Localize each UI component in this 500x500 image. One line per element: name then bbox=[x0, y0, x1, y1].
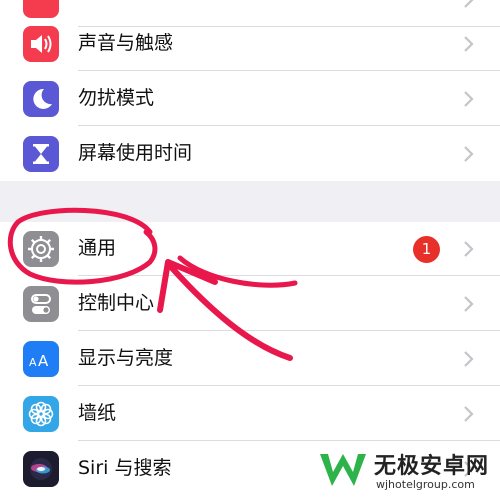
settings-row-label: 勿扰模式 bbox=[78, 87, 155, 109]
separator bbox=[78, 125, 500, 126]
chevron-right-icon bbox=[464, 91, 474, 107]
settings-row-screen-time[interactable]: 屏幕使用时间 bbox=[0, 127, 500, 181]
chevron-right-icon bbox=[464, 296, 474, 312]
svg-text:A: A bbox=[29, 356, 37, 369]
separator bbox=[78, 385, 500, 386]
settings-row-label: 通用 bbox=[78, 237, 117, 259]
svg-text:A: A bbox=[38, 352, 49, 370]
settings-row-wallpaper[interactable]: 墙纸 bbox=[0, 387, 500, 441]
settings-row-label: 墙纸 bbox=[78, 402, 117, 424]
siri-icon bbox=[23, 451, 59, 487]
toggle-switches-icon bbox=[23, 286, 59, 322]
separator bbox=[78, 70, 500, 71]
text-size-icon: A A bbox=[23, 341, 59, 377]
chevron-right-icon bbox=[464, 36, 474, 52]
moon-icon bbox=[23, 81, 59, 117]
settings-row-label: 控制中心 bbox=[78, 292, 155, 314]
settings-row-sounds[interactable]: 声音与触感 bbox=[0, 17, 500, 71]
settings-row-label: Siri 与搜索 bbox=[78, 457, 172, 479]
flower-icon bbox=[23, 396, 59, 432]
chevron-right-icon bbox=[464, 406, 474, 422]
settings-row-display-brightness[interactable]: A A 显示与亮度 bbox=[0, 332, 500, 386]
settings-row-label: 显示与亮度 bbox=[78, 347, 174, 369]
settings-row-control-center[interactable]: 控制中心 bbox=[0, 277, 500, 331]
separator bbox=[78, 440, 500, 441]
chevron-right-icon bbox=[464, 241, 474, 257]
settings-row-label: 声音与触感 bbox=[78, 32, 174, 54]
notification-badge: 1 bbox=[413, 236, 440, 263]
chevron-right-icon bbox=[464, 351, 474, 367]
chevron-right-icon bbox=[464, 0, 474, 8]
settings-group-1: 声音与触感 勿扰模式 屏幕使用时间 bbox=[0, 0, 500, 181]
watermark: 无极安卓网 wjhotelgroup.com bbox=[318, 444, 500, 500]
red-app-icon bbox=[23, 0, 59, 18]
watermark-url: wjhotelgroup.com bbox=[376, 478, 475, 491]
watermark-title: 无极安卓网 bbox=[374, 454, 490, 479]
hourglass-icon bbox=[23, 136, 59, 172]
separator bbox=[78, 330, 500, 331]
chevron-right-icon bbox=[464, 146, 474, 162]
settings-row-label: 屏幕使用时间 bbox=[78, 142, 193, 164]
gear-icon bbox=[23, 231, 59, 267]
settings-row-general[interactable]: 通用 1 bbox=[0, 222, 500, 276]
separator bbox=[78, 275, 500, 276]
watermark-logo-icon bbox=[320, 454, 366, 486]
settings-row-do-not-disturb[interactable]: 勿扰模式 bbox=[0, 72, 500, 126]
speaker-icon bbox=[23, 26, 59, 62]
